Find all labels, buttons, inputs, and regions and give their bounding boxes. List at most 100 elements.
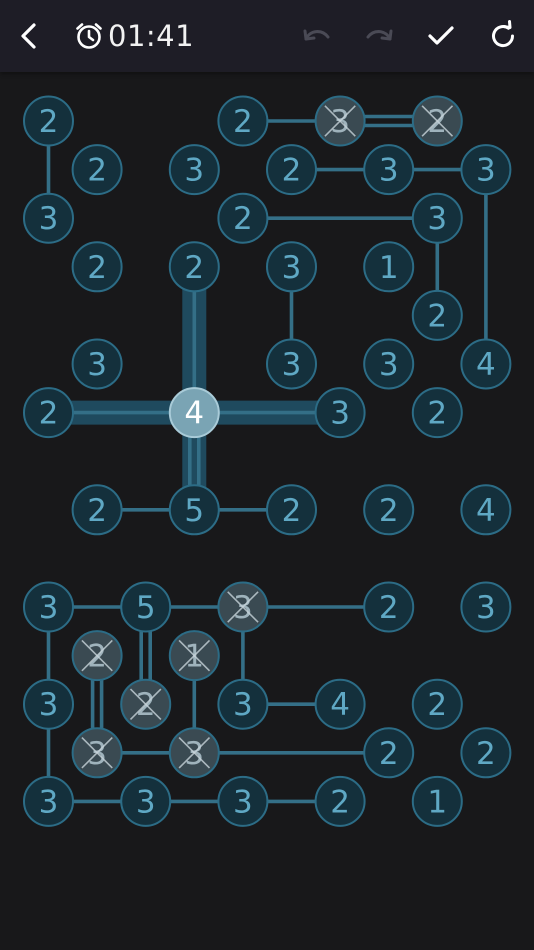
island-node[interactable]: 3 bbox=[71, 338, 123, 390]
island-node[interactable]: 2 bbox=[120, 678, 172, 730]
island-number: 3 bbox=[39, 687, 59, 723]
redo-button[interactable] bbox=[359, 16, 399, 56]
island-node[interactable]: 3 bbox=[363, 338, 415, 390]
island-number: 3 bbox=[282, 250, 302, 286]
island-node[interactable]: 3 bbox=[314, 95, 366, 147]
island-node[interactable]: 2 bbox=[411, 387, 463, 439]
island-number: 3 bbox=[87, 347, 107, 383]
island-node[interactable]: 3 bbox=[23, 581, 74, 633]
island-number: 3 bbox=[184, 153, 204, 189]
puzzle-board: 2232232333232231233342432252243532321323… bbox=[0, 72, 534, 950]
island-number: 3 bbox=[330, 396, 350, 432]
back-button[interactable] bbox=[9, 16, 49, 56]
island-node[interactable]: 3 bbox=[120, 775, 172, 827]
island-node[interactable]: 2 bbox=[71, 241, 123, 293]
island-number: 2 bbox=[427, 687, 447, 723]
island-number: 4 bbox=[330, 687, 350, 723]
island-node[interactable]: 2 bbox=[71, 630, 123, 682]
island-node[interactable]: 3 bbox=[23, 192, 74, 244]
island-node[interactable]: 4 bbox=[460, 338, 512, 390]
island-node[interactable]: 4 bbox=[314, 678, 366, 730]
island-node[interactable]: 1 bbox=[168, 630, 220, 682]
island-number: 2 bbox=[282, 493, 302, 529]
island-node[interactable]: 3 bbox=[168, 727, 220, 779]
island-number: 2 bbox=[379, 736, 399, 772]
island-number: 1 bbox=[427, 784, 447, 820]
island-number: 3 bbox=[39, 201, 59, 237]
restart-button[interactable] bbox=[483, 16, 523, 56]
island-number: 2 bbox=[330, 784, 350, 820]
island-node[interactable]: 3 bbox=[266, 241, 317, 293]
refresh-icon bbox=[492, 20, 515, 48]
island-node[interactable]: 4 bbox=[168, 387, 220, 439]
island-node[interactable]: 2 bbox=[363, 727, 415, 779]
island-node[interactable]: 1 bbox=[411, 775, 463, 827]
island-node[interactable]: 2 bbox=[217, 192, 269, 244]
top-toolbar: 01:41 bbox=[0, 0, 534, 72]
island-node[interactable]: 2 bbox=[411, 289, 463, 341]
island-node[interactable]: 2 bbox=[363, 581, 415, 633]
island-node[interactable]: 1 bbox=[363, 241, 415, 293]
island-node[interactable]: 2 bbox=[71, 144, 123, 196]
island-number: 2 bbox=[39, 104, 59, 140]
island-node[interactable]: 3 bbox=[460, 144, 512, 196]
timer-text: 01:41 bbox=[108, 19, 195, 53]
island-node[interactable]: 3 bbox=[71, 727, 123, 779]
island-node[interactable]: 3 bbox=[314, 387, 366, 439]
island-node[interactable]: 3 bbox=[363, 144, 415, 196]
undo-icon bbox=[303, 29, 330, 41]
island-node[interactable]: 3 bbox=[217, 775, 269, 827]
island-node[interactable]: 3 bbox=[23, 678, 74, 730]
island-node[interactable]: 2 bbox=[363, 484, 415, 536]
island-node[interactable]: 2 bbox=[23, 387, 74, 439]
island-node[interactable]: 3 bbox=[217, 581, 269, 633]
island-node[interactable]: 2 bbox=[71, 484, 123, 536]
island-number: 2 bbox=[282, 153, 302, 189]
island-node[interactable]: 5 bbox=[168, 484, 220, 536]
island-node[interactable]: 2 bbox=[411, 678, 463, 730]
island-number: 5 bbox=[184, 493, 204, 529]
island-number: 3 bbox=[476, 153, 496, 189]
island-number: 2 bbox=[379, 590, 399, 626]
island-node[interactable]: 2 bbox=[314, 775, 366, 827]
island-number: 4 bbox=[184, 396, 204, 432]
island-number: 3 bbox=[379, 153, 399, 189]
island-node[interactable]: 2 bbox=[23, 95, 74, 147]
island-number: 4 bbox=[476, 493, 496, 529]
island-number: 1 bbox=[379, 250, 399, 286]
island-number: 3 bbox=[39, 784, 59, 820]
island-node[interactable]: 2 bbox=[411, 95, 463, 147]
island-node[interactable]: 2 bbox=[266, 144, 317, 196]
island-node[interactable]: 3 bbox=[411, 192, 463, 244]
island-number: 3 bbox=[282, 347, 302, 383]
island-number: 2 bbox=[87, 250, 107, 286]
check-icon bbox=[428, 26, 454, 45]
redo-icon bbox=[366, 29, 393, 41]
island-number: 2 bbox=[476, 736, 496, 772]
puzzle-grid: 2232232333232231233342432252243532321323… bbox=[23, 95, 512, 827]
timer: 01:41 bbox=[74, 16, 194, 56]
island-number: 2 bbox=[87, 493, 107, 529]
island-node[interactable]: 3 bbox=[266, 338, 317, 390]
island-node[interactable]: 4 bbox=[460, 484, 512, 536]
island-number: 2 bbox=[87, 153, 107, 189]
island-node[interactable]: 2 bbox=[266, 484, 317, 536]
island-node[interactable]: 2 bbox=[460, 727, 512, 779]
island-number: 2 bbox=[39, 396, 59, 432]
island-number: 3 bbox=[427, 201, 447, 237]
island-node[interactable]: 3 bbox=[460, 581, 512, 633]
undo-button[interactable] bbox=[297, 16, 337, 56]
island-number: 3 bbox=[136, 784, 156, 820]
island-node[interactable]: 3 bbox=[23, 775, 74, 827]
island-node[interactable]: 3 bbox=[217, 678, 269, 730]
island-number: 2 bbox=[233, 104, 253, 140]
island-node[interactable]: 2 bbox=[217, 95, 269, 147]
island-node[interactable]: 3 bbox=[168, 144, 220, 196]
alarm-clock-icon bbox=[76, 23, 102, 49]
island-number: 3 bbox=[233, 687, 253, 723]
island-node[interactable]: 5 bbox=[120, 581, 172, 633]
check-button[interactable] bbox=[421, 16, 461, 56]
island-number: 3 bbox=[233, 784, 253, 820]
island-number: 2 bbox=[427, 298, 447, 334]
island-node[interactable]: 2 bbox=[168, 241, 220, 293]
